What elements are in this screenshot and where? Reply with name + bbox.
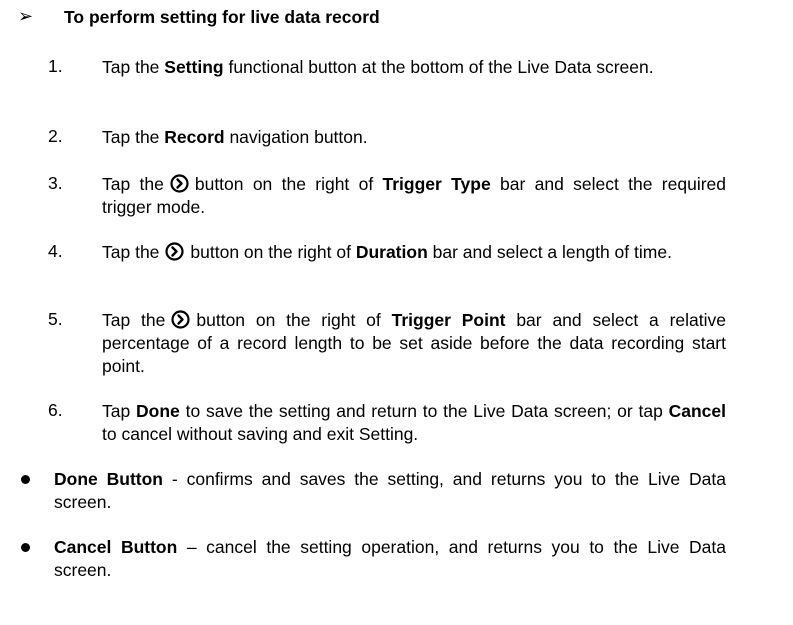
step-number: 1.	[48, 56, 63, 76]
step-text: Tap the button on the right of Duration b…	[102, 242, 672, 262]
step-number: 2.	[48, 126, 63, 146]
step-number: 5.	[48, 309, 63, 329]
circle-chevron-right-icon	[165, 242, 185, 261]
step-text: Tap the Setting functional button at the…	[102, 57, 654, 77]
step-number: 4.	[48, 241, 63, 261]
step-text: Tap the button on the right of Trigger Po…	[102, 310, 726, 376]
circle-chevron-right-icon	[170, 174, 189, 193]
bullet-dot-icon	[21, 543, 30, 552]
bullet-text: Cancel Button – cancel the setting opera…	[54, 537, 726, 580]
step-number: 3.	[48, 173, 63, 193]
circle-chevron-right-icon	[171, 310, 190, 329]
step-text: Tap Done to save the setting and return …	[102, 401, 727, 444]
step-number: 6.	[48, 400, 63, 420]
bullet-text: Done Button - confirms and saves the set…	[54, 469, 726, 512]
step-text: Tap the Record navigation button.	[102, 127, 368, 147]
bullet-dot-icon	[21, 475, 30, 484]
section-heading: ➢ To perform setting for live data recor…	[0, 5, 793, 35]
step-text: Tap the button on the right of Trigger Ty…	[102, 174, 726, 217]
heading-text: To perform setting for live data record	[64, 7, 380, 27]
arrow-bullet-icon: ➢	[18, 6, 34, 26]
